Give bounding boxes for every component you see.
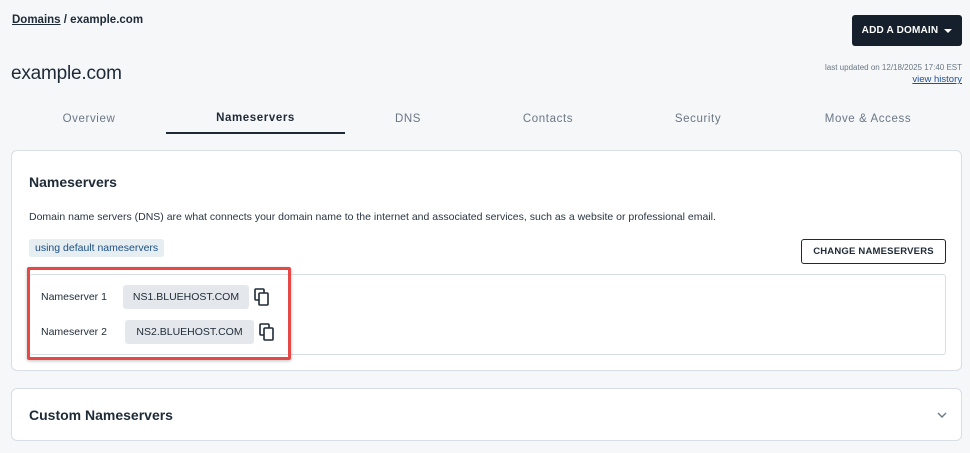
breadcrumb-separator: / — [60, 14, 71, 26]
status-badge: using default nameservers — [29, 239, 165, 257]
chevron-down-icon[interactable] — [937, 411, 947, 419]
custom-nameservers-title: Custom Nameservers — [29, 407, 173, 423]
change-nameservers-button[interactable]: CHANGE NAMESERVERS — [801, 239, 946, 264]
nameserver-label: Nameserver 1 — [41, 291, 107, 303]
nameservers-title: Nameservers — [29, 174, 117, 190]
tab-move-access[interactable]: Move & Access — [778, 104, 958, 134]
domain-page: Domains / example.com ADD A DOMAIN examp… — [0, 0, 970, 453]
tab-security[interactable]: Security — [608, 104, 788, 134]
breadcrumb-current: example.com — [70, 14, 144, 26]
nameserver-label: Nameserver 2 — [41, 326, 107, 338]
add-domain-label: ADD A DOMAIN — [861, 25, 939, 36]
copy-icon[interactable] — [254, 288, 270, 306]
caret-down-icon — [944, 28, 953, 33]
nameserver-value: NS2.BLUEHOST.COM — [125, 320, 254, 344]
custom-nameservers-card[interactable]: Custom Nameservers — [11, 388, 962, 441]
copy-icon[interactable] — [259, 323, 275, 341]
tab-bar: Overview Nameservers DNS Contacts Securi… — [0, 104, 970, 134]
nameservers-description: Domain name servers (DNS) are what conne… — [29, 211, 716, 223]
last-updated-text: last updated on 12/18/2025 17:40 EST — [825, 63, 962, 72]
nameserver-list: Nameserver 1 NS1.BLUEHOST.COM Nameserver… — [29, 274, 946, 355]
page-title: example.com — [11, 63, 122, 84]
nameserver-value: NS1.BLUEHOST.COM — [123, 285, 249, 309]
nameservers-card: Nameservers Domain name servers (DNS) ar… — [11, 150, 962, 371]
breadcrumb: Domains / example.com — [12, 14, 143, 26]
view-history-link[interactable]: view history — [912, 74, 962, 85]
tab-overview[interactable]: Overview — [0, 104, 178, 134]
add-domain-button[interactable]: ADD A DOMAIN — [852, 15, 962, 46]
nameserver-row: Nameserver 1 — [41, 285, 107, 309]
breadcrumb-domains-link[interactable]: Domains — [12, 14, 61, 26]
nameserver-row: Nameserver 2 — [41, 320, 107, 344]
